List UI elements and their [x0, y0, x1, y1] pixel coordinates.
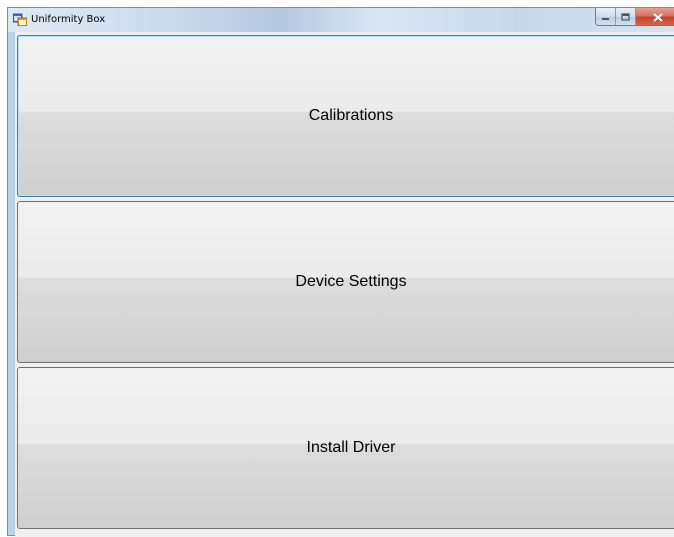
- maximize-button[interactable]: [616, 8, 636, 25]
- app-icon: [13, 13, 27, 26]
- minimize-button[interactable]: [596, 8, 616, 25]
- close-icon: [653, 12, 663, 22]
- maximize-icon: [621, 13, 630, 21]
- minimize-icon: [602, 18, 609, 20]
- install-driver-button[interactable]: Install Driver: [17, 367, 674, 529]
- install-driver-button-label: Install Driver: [306, 439, 396, 456]
- client-area: Calibrations Device Settings Install Dri…: [15, 32, 674, 537]
- calibrations-button[interactable]: Calibrations: [17, 35, 674, 197]
- calibrations-button-label: Calibrations: [308, 107, 394, 124]
- title-bar[interactable]: Uniformity Box: [8, 8, 674, 32]
- caption-buttons: [595, 8, 674, 26]
- app-window: Uniformity Box Calibrations Device Setti…: [7, 7, 674, 537]
- device-settings-button-label: Device Settings: [295, 273, 407, 290]
- device-settings-button[interactable]: Device Settings: [17, 201, 674, 363]
- window-title: Uniformity Box: [31, 14, 106, 25]
- close-button[interactable]: [636, 8, 674, 25]
